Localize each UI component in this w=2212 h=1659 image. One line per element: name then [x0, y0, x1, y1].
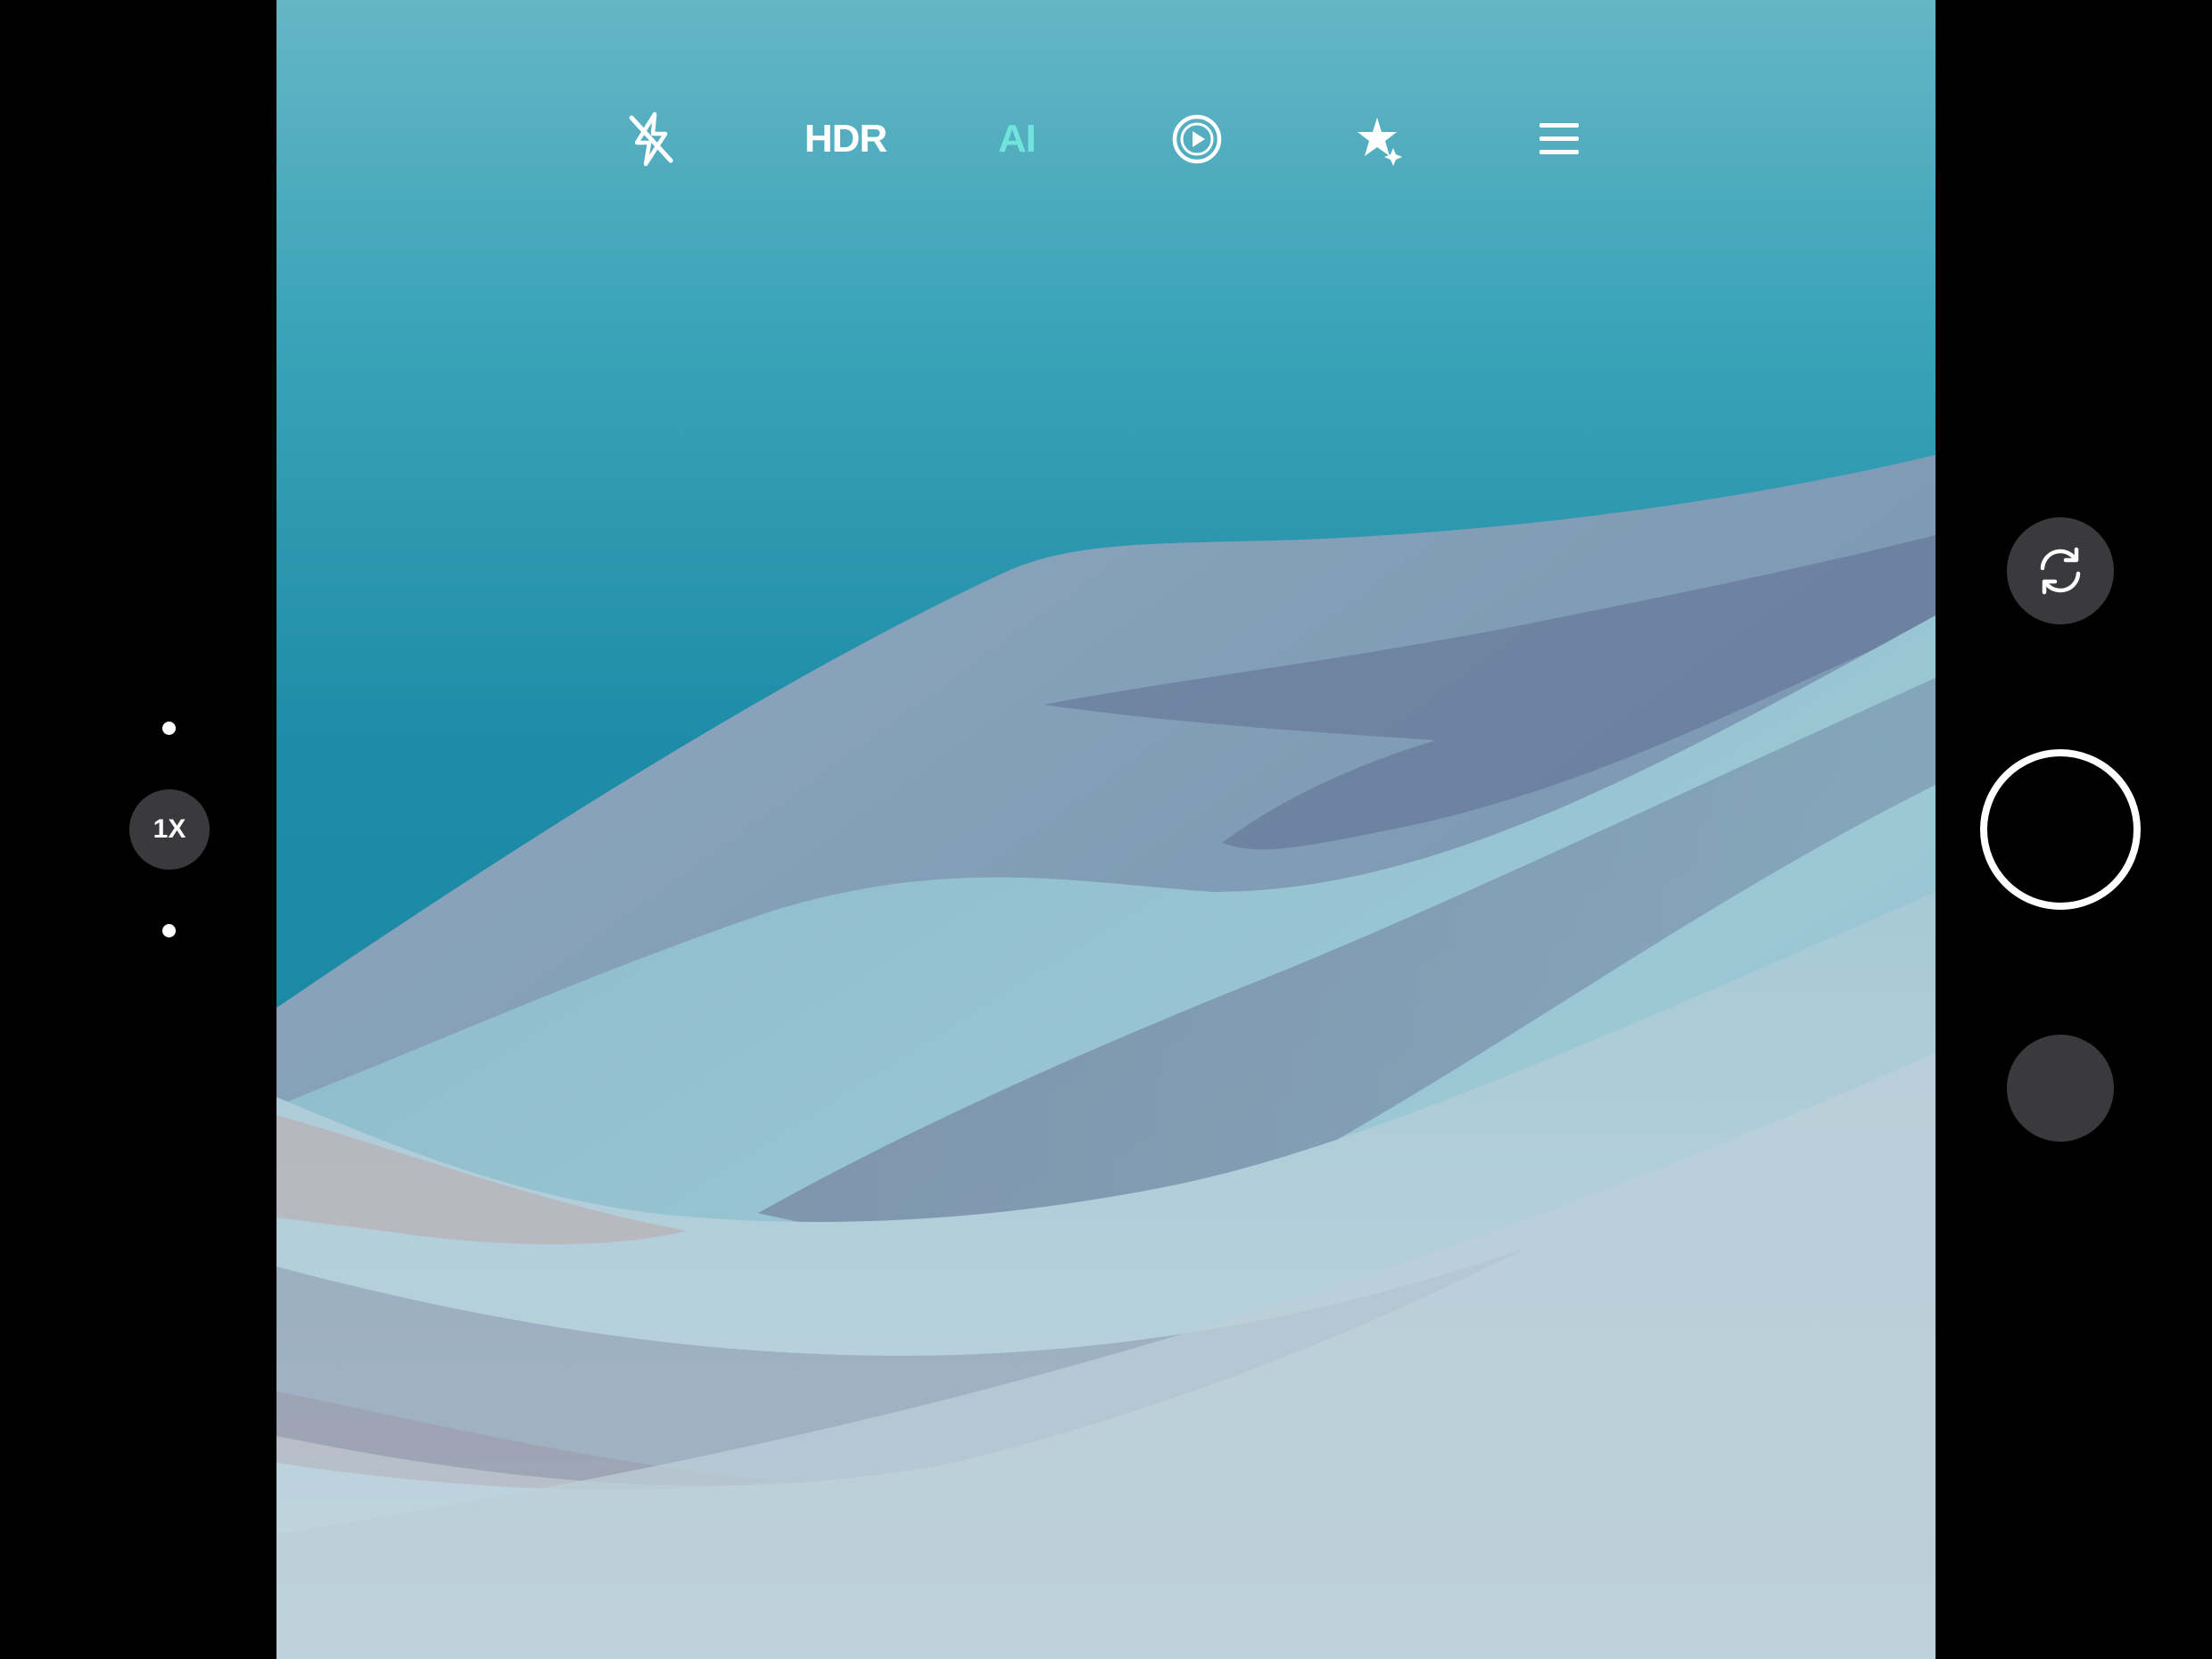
ai-label: AI	[998, 117, 1036, 161]
gallery-thumbnail-button[interactable]	[2007, 1035, 2114, 1142]
zoom-step-dot-lower[interactable]	[162, 924, 176, 937]
viewfinder-preview[interactable]	[276, 0, 1936, 1659]
viewfinder-scene-image	[276, 0, 1936, 1659]
zoom-step-dot-upper[interactable]	[162, 722, 176, 735]
camera-screen: 1X HDR AI	[0, 0, 2212, 1659]
switch-camera-button[interactable]	[2007, 517, 2114, 624]
right-rail	[1936, 0, 2212, 1659]
live-photo-icon	[1172, 114, 1222, 164]
beauty-toggle-button[interactable]	[1338, 98, 1420, 180]
zoom-level-button[interactable]: 1X	[129, 789, 210, 870]
menu-icon	[1539, 123, 1579, 154]
flash-toggle-button[interactable]	[610, 98, 692, 180]
switch-camera-icon	[2040, 547, 2081, 595]
shutter-button[interactable]	[1980, 749, 2141, 910]
hdr-label: HDR	[804, 117, 887, 161]
settings-menu-button[interactable]	[1518, 98, 1600, 180]
beauty-star-icon	[1358, 118, 1402, 166]
ai-mode-toggle-button[interactable]: AI	[976, 98, 1058, 180]
live-photo-toggle-button[interactable]	[1156, 98, 1238, 180]
left-rail: 1X	[0, 0, 276, 1659]
hdr-toggle-button[interactable]: HDR	[792, 98, 899, 180]
flash-off-icon	[629, 111, 673, 167]
camera-top-bar: HDR AI	[276, 98, 1936, 180]
zoom-level-label: 1X	[153, 814, 186, 844]
